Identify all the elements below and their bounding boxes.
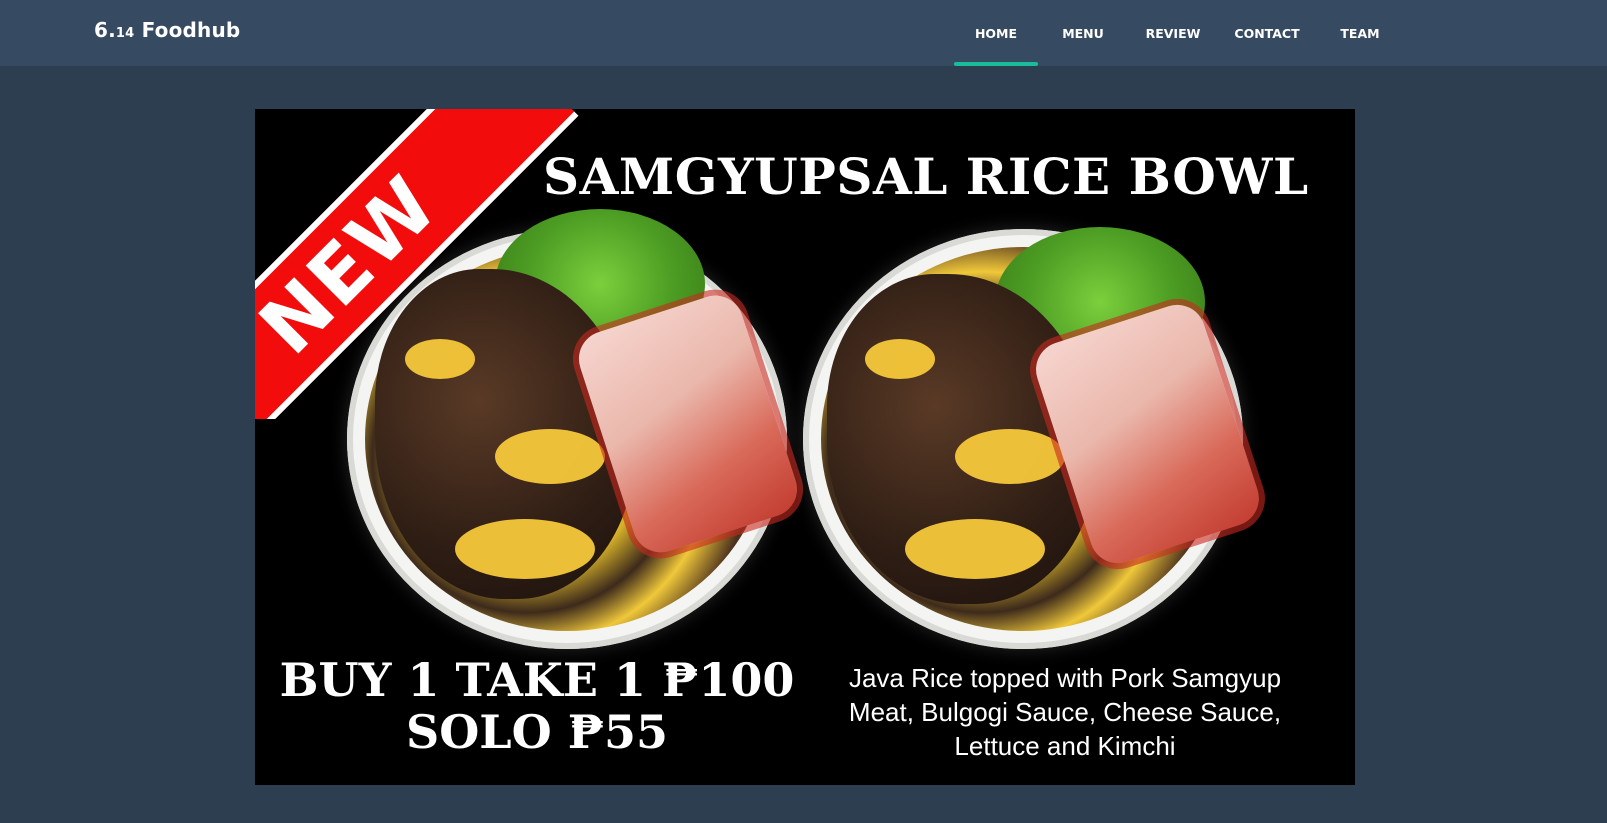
dish-description: Java Rice topped with Pork Samgyup Meat,…	[848, 663, 1282, 761]
nav-home[interactable]: HOME	[954, 0, 1038, 66]
nav-contact[interactable]: CONTACT	[1234, 0, 1299, 66]
promo-banner-image: NEW SAMGYUPSAL RICE BOWL BUY 1 TAKE 1 ₱1…	[255, 109, 1355, 785]
brand-name: Foodhub	[134, 18, 241, 42]
banner-headline: SAMGYUPSAL RICE BOWL	[543, 147, 1309, 206]
brand-logo[interactable]: 6.14 Foodhub	[94, 18, 240, 42]
offer-solo: SOLO ₱55	[405, 705, 669, 759]
nav-team[interactable]: TEAM	[1340, 0, 1380, 66]
nav-menu[interactable]: MENU	[1060, 0, 1106, 66]
brand-number: 6.	[94, 18, 116, 42]
top-navbar: 6.14 Foodhub HOME MENU REVIEW CONTACT TE…	[0, 0, 1607, 66]
brand-number-small: 14	[115, 26, 135, 41]
nav-review[interactable]: REVIEW	[1146, 0, 1201, 66]
offer-buy1take1: BUY 1 TAKE 1 ₱100	[279, 653, 795, 707]
price-offer: BUY 1 TAKE 1 ₱100 SOLO ₱55	[277, 654, 797, 758]
